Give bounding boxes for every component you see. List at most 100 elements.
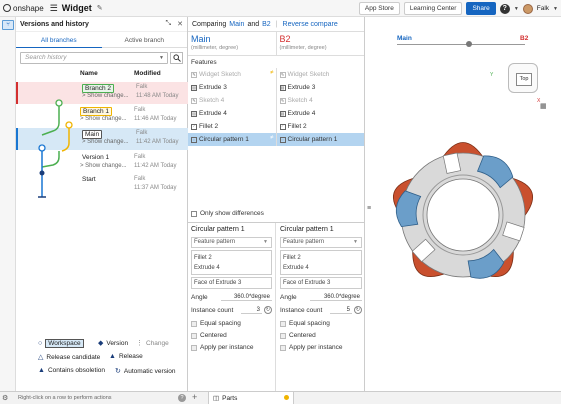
view-cube-top-face[interactable]: Top (516, 73, 532, 86)
tab-active-branch[interactable]: Active branch (101, 35, 187, 48)
row-time: 11:42 AM Today (136, 139, 179, 145)
user-name[interactable]: Falk (537, 5, 549, 12)
document-title[interactable]: Widget (62, 3, 92, 13)
avatar[interactable] (522, 3, 533, 14)
right-title: B2 (279, 34, 291, 44)
compare-slider-handle[interactable] (466, 41, 472, 47)
show-changes-link[interactable]: > Show change... (82, 93, 129, 99)
features-to-pattern-list: Fillet 2 Extrude 4 (280, 250, 362, 275)
workspace-icon: ○ (38, 340, 43, 347)
row-user: Falk (134, 107, 146, 113)
help-icon[interactable]: ? (178, 394, 186, 402)
chevron-down-icon: ▼ (263, 239, 268, 245)
feature-row[interactable]: ✎ Sketch 4 ✎ Sketch 4 (188, 94, 364, 107)
share-button[interactable]: Share (466, 2, 496, 15)
chevron-down-icon: ▼ (353, 239, 358, 245)
workspace-icon[interactable] (55, 99, 63, 107)
left-column-header: Main (millimeter, degree) (188, 32, 277, 55)
fillet-icon: ◜ (191, 123, 197, 130)
tab-parts[interactable]: ◫ Parts (208, 392, 294, 404)
compare-slider-track[interactable] (397, 44, 525, 45)
feature-row[interactable]: ▤ Extrude 3 ▤ Extrude 3 (188, 81, 364, 94)
only-show-differences-checkbox[interactable]: Only show differences (191, 210, 264, 217)
reverse-compare-link[interactable]: Reverse compare (283, 21, 338, 28)
expand-icon[interactable]: ⤡ (166, 20, 172, 28)
column-name: Name (80, 70, 98, 77)
version-icon[interactable] (39, 170, 45, 176)
feature-row-selected[interactable]: ◌ Circular pattern 1 ≠ ◌ Circular pattern 1 (188, 133, 364, 146)
workspace-icon[interactable] (65, 121, 73, 129)
chevron-down-icon[interactable]: ▼ (553, 6, 558, 12)
feature-tools-icon[interactable]: ⚙ (2, 394, 8, 402)
compare-b2-label: B2 (520, 35, 529, 42)
units-label: (millimeter, degree) (191, 45, 239, 51)
compare-left-link[interactable]: Main (229, 21, 244, 28)
search-row: Search history ▼ (20, 52, 183, 64)
feature-row[interactable]: ✎ Widget Sketch ≠ ✎ Widget Sketch (188, 68, 364, 81)
right-column-header: B2 (millimeter, degree) (277, 32, 365, 55)
version-icon: ◆ (98, 340, 104, 347)
list-icon[interactable]: ≡ (367, 205, 371, 212)
sketch-icon: ✎ (279, 97, 286, 104)
pattern-type-select: Feature pattern ▼ (280, 237, 362, 248)
centered-checkbox: Centered (191, 332, 272, 339)
compare-right-link[interactable]: B2 (262, 21, 271, 28)
edit-icon[interactable]: ✎ (97, 4, 103, 12)
onshape-logo[interactable]: onshape (3, 4, 44, 13)
row-name: Branch 2 (82, 84, 115, 93)
search-input[interactable]: Search history ▼ (20, 52, 168, 64)
show-changes-link[interactable]: > Show change... (80, 116, 127, 122)
app-store-button[interactable]: App Store (358, 2, 400, 15)
close-icon[interactable]: ✕ (177, 20, 183, 28)
center-hole (426, 178, 500, 252)
show-changes-link[interactable]: > Show change... (82, 139, 129, 145)
branch-graph (38, 99, 73, 198)
apply-per-instance-checkbox: Apply per instance (191, 344, 272, 351)
menu-icon[interactable]: ☰ (50, 3, 58, 14)
onshape-logo-icon (3, 4, 11, 12)
row-name: Main (82, 130, 103, 139)
view-options-icon[interactable]: ▦ (540, 102, 547, 110)
search-icon[interactable] (170, 52, 183, 64)
column-modified: Modified (134, 70, 161, 77)
workspace-icon[interactable] (38, 144, 46, 152)
axis-field: Face of Extrude 3 (280, 277, 362, 289)
feature-row[interactable]: ▤ Extrude 4 ▤ Extrude 4 (188, 107, 364, 120)
compare-header: Comparing Main and B2 | Reverse compare (188, 17, 364, 32)
feature-row[interactable]: ◜ Fillet 2 ◜ Fillet 2 (188, 120, 364, 133)
help-icon[interactable]: ? (499, 3, 510, 14)
row-name: Branch 1 (80, 107, 113, 116)
direction-icon: ↻ (354, 306, 362, 314)
learning-center-button[interactable]: Learning Center (403, 2, 463, 15)
row-time: 11:48 AM Today (136, 93, 179, 99)
top-bar: onshape ☰ Widget ✎ App Store Learning Ce… (0, 0, 561, 17)
3d-viewport[interactable]: Main B2 Top Y X ▦ ≡ (365, 17, 561, 391)
version-history-icon[interactable]: ⑂ (2, 20, 14, 30)
versions-panel: Versions and history ⤡ ✕ All branches Ac… (16, 17, 188, 391)
chevron-down-icon[interactable]: ▼ (514, 6, 519, 12)
branch-tabs: All branches Active branch (16, 35, 187, 48)
release-candidate-icon: △ (38, 354, 44, 361)
row-time: 11:42 AM Today (134, 163, 177, 169)
equal-spacing-checkbox: Equal spacing (191, 320, 272, 327)
row-user: Falk (136, 130, 148, 136)
row-time: 11:46 AM Today (134, 116, 177, 122)
tab-all-branches[interactable]: All branches (16, 35, 102, 48)
show-changes-link[interactable]: > Show change... (80, 163, 127, 169)
view-cube[interactable]: Top (508, 63, 538, 93)
legend-release-candidate: △ Release candidate (38, 353, 101, 362)
chevron-down-icon[interactable]: ▼ (159, 53, 164, 63)
detail-title: Circular pattern 1 (191, 226, 245, 233)
row-name: Start (82, 176, 96, 183)
change-icon: ⋮ (136, 340, 143, 347)
sketch-icon: ✎ (191, 71, 197, 78)
angle-field: Angle 360.0*degree (191, 293, 272, 301)
widget-part[interactable] (375, 127, 551, 303)
legend-automatic-version: ↻ Automatic version (115, 367, 176, 376)
add-tab-button[interactable]: + (192, 392, 197, 402)
feature-detail-right: Circular pattern 1 Feature pattern ▼ Fill… (277, 223, 365, 356)
instance-count-field: Instance count 3 ↻ (191, 306, 272, 314)
and-label: and (247, 20, 260, 28)
legend-version: ◆ Version (98, 339, 129, 348)
checkbox[interactable] (191, 210, 197, 217)
